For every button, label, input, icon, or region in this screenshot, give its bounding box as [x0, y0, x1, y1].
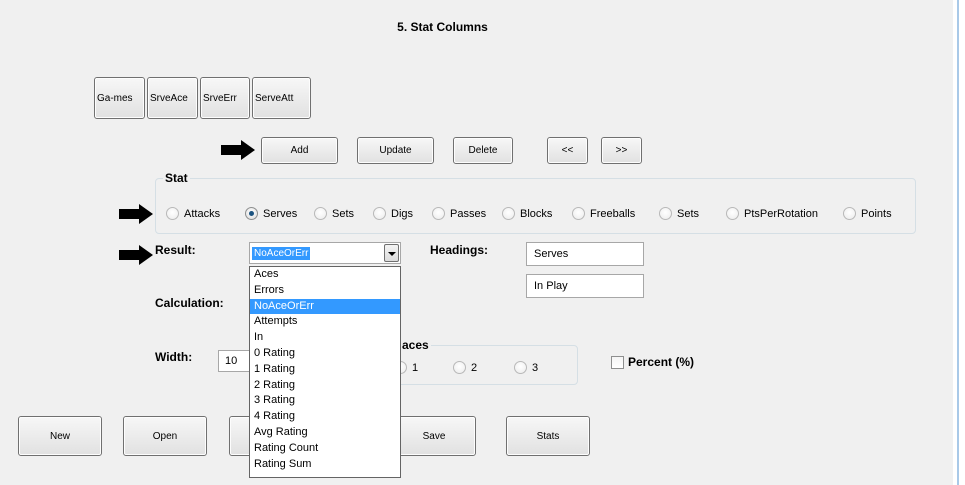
- radio-circle: [572, 207, 585, 220]
- radio-circle: [726, 207, 739, 220]
- heading-line-2-input[interactable]: In Play: [526, 274, 644, 298]
- result-option[interactable]: Rating Sum: [250, 457, 400, 473]
- result-option[interactable]: Errors: [250, 283, 400, 299]
- stat-option-sets-2[interactable]: Sets: [659, 207, 699, 220]
- stat-option-passes[interactable]: Passes: [432, 207, 486, 220]
- stat-option-sets[interactable]: Sets: [314, 207, 354, 220]
- stat-groupbox: [155, 178, 916, 234]
- arrow-right-icon: [119, 245, 153, 265]
- previous-button[interactable]: <<: [547, 137, 588, 164]
- update-button[interactable]: Update: [357, 137, 434, 164]
- places-option-2[interactable]: 2: [453, 361, 477, 374]
- page-title: 5. Stat Columns: [397, 20, 488, 34]
- next-button[interactable]: >>: [601, 137, 642, 164]
- open-button[interactable]: Open: [123, 416, 207, 456]
- result-dropdown-list: Aces Errors NoAceOrErr Attempts In 0 Rat…: [249, 266, 401, 478]
- stat-option-digs[interactable]: Digs: [373, 207, 413, 220]
- result-option[interactable]: 3 Rating: [250, 393, 400, 409]
- radio-circle: [514, 361, 527, 374]
- radio-circle: [453, 361, 466, 374]
- result-option-selected[interactable]: NoAceOrErr: [250, 298, 400, 315]
- radio-circle: [373, 207, 386, 220]
- result-option[interactable]: Rating Count: [250, 441, 400, 457]
- radio-circle: [843, 207, 856, 220]
- places-legend: aces: [400, 338, 431, 352]
- radio-circle: [314, 207, 327, 220]
- places-option-3[interactable]: 3: [514, 361, 538, 374]
- column-button-serve-err[interactable]: SrveErr: [200, 77, 250, 119]
- radio-circle: [245, 207, 258, 220]
- chevron-down-icon[interactable]: [384, 244, 399, 262]
- result-label: Result:: [155, 243, 196, 257]
- radio-circle: [659, 207, 672, 220]
- checkbox-box: [611, 355, 624, 369]
- result-option[interactable]: 4 Rating: [250, 409, 400, 425]
- new-button[interactable]: New: [18, 416, 102, 456]
- window-border: [957, 0, 959, 485]
- stat-option-serves[interactable]: Serves: [245, 207, 297, 220]
- column-button-serve-ace[interactable]: SrveAce: [147, 77, 198, 119]
- result-option[interactable]: Aces: [250, 267, 400, 283]
- heading-line-1-input[interactable]: Serves: [526, 242, 644, 266]
- result-option[interactable]: 2 Rating: [250, 378, 400, 394]
- calculation-label: Calculation:: [155, 296, 224, 310]
- add-button[interactable]: Add: [261, 137, 338, 164]
- delete-button[interactable]: Delete: [453, 137, 513, 164]
- stat-option-pts-per-rotation[interactable]: PtsPerRotation: [726, 207, 818, 220]
- stat-legend: Stat: [163, 171, 190, 185]
- result-option[interactable]: In: [250, 330, 400, 346]
- column-button-games[interactable]: Ga-mes: [94, 77, 145, 119]
- stat-option-points[interactable]: Points: [843, 207, 892, 220]
- stat-option-freeballs[interactable]: Freeballs: [572, 207, 635, 220]
- result-option[interactable]: 0 Rating: [250, 346, 400, 362]
- result-option[interactable]: Avg Rating: [250, 425, 400, 441]
- radio-circle: [432, 207, 445, 220]
- arrow-right-icon: [119, 204, 153, 224]
- result-option[interactable]: Attempts: [250, 314, 400, 330]
- stat-columns-panel: 5. Stat Columns Ga-mes SrveAce SrveErr S…: [0, 0, 953, 485]
- result-select[interactable]: NoAceOrErr: [249, 242, 401, 264]
- save-button[interactable]: Save: [392, 416, 476, 456]
- stats-button[interactable]: Stats: [506, 416, 590, 456]
- headings-label: Headings:: [430, 243, 489, 257]
- width-label: Width:: [155, 350, 193, 364]
- radio-circle: [502, 207, 515, 220]
- radio-circle: [166, 207, 179, 220]
- result-option[interactable]: 1 Rating: [250, 362, 400, 378]
- stat-option-attacks[interactable]: Attacks: [166, 207, 220, 220]
- stat-option-blocks[interactable]: Blocks: [502, 207, 552, 220]
- arrow-right-icon: [221, 140, 255, 160]
- percent-checkbox[interactable]: Percent (%): [611, 355, 694, 369]
- result-selected-value: NoAceOrErr: [252, 246, 311, 260]
- column-button-serve-att[interactable]: ServeAtt: [252, 77, 311, 119]
